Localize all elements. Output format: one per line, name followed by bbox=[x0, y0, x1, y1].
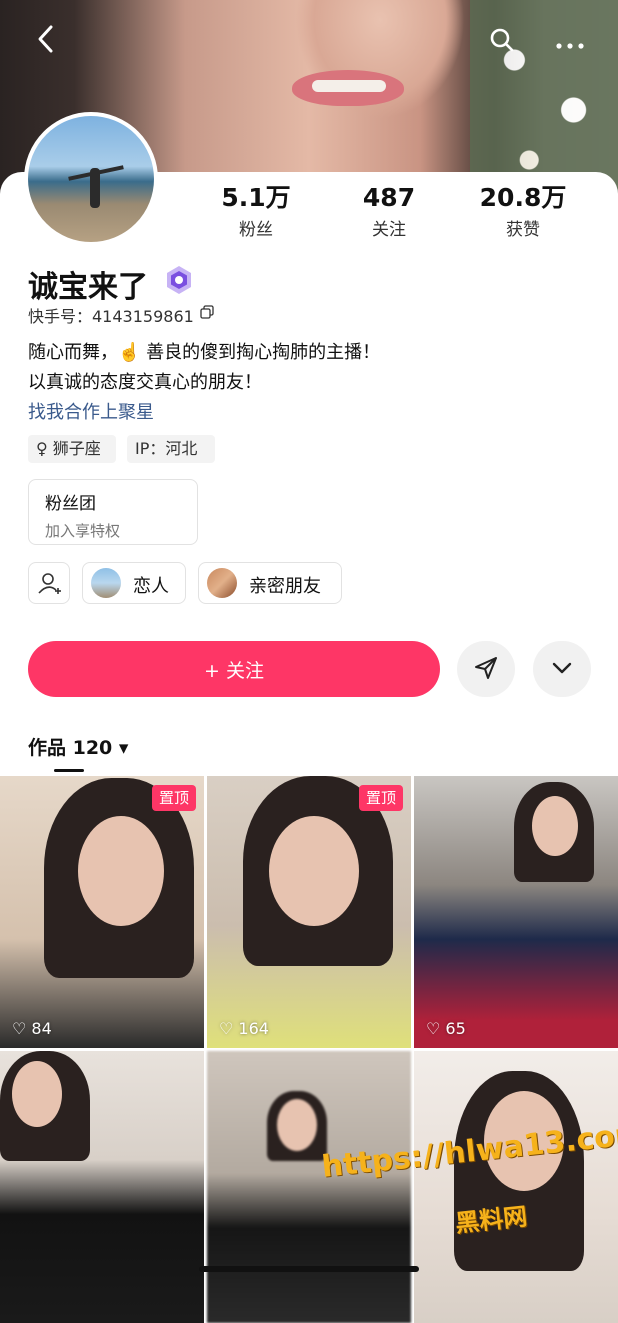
video-thumbnail[interactable]: 置顶 ♡ 164 bbox=[207, 776, 411, 1048]
add-user-icon bbox=[38, 573, 61, 594]
more-button[interactable] bbox=[550, 24, 590, 64]
relation-label: 亲密朋友 bbox=[249, 576, 321, 597]
fanclub-card[interactable]: 粉丝团 加入享特权 bbox=[28, 479, 198, 545]
like-count: ♡ 84 bbox=[12, 1019, 52, 1038]
video-thumbnail[interactable] bbox=[0, 1051, 204, 1323]
chevron-left-icon bbox=[38, 25, 53, 53]
nickname: 诚宝来了 bbox=[28, 270, 148, 305]
back-button[interactable] bbox=[26, 24, 66, 64]
tag-ip-location: IP：河北 bbox=[127, 435, 215, 463]
like-count: ♡ 164 bbox=[219, 1019, 269, 1038]
search-icon bbox=[490, 28, 514, 52]
search-button[interactable] bbox=[482, 24, 522, 64]
collab-link[interactable]: 找我合作上聚星 bbox=[28, 398, 154, 424]
fanclub-subtitle: 加入享特权 bbox=[45, 522, 121, 540]
watermark-label: 黑料网 bbox=[453, 1202, 529, 1238]
stat-value: 5.1万 bbox=[221, 183, 291, 212]
relation-chip-close-friend[interactable]: 亲密朋友 bbox=[198, 562, 342, 604]
video-thumbnail[interactable] bbox=[207, 1051, 411, 1323]
expand-button[interactable] bbox=[533, 641, 591, 697]
avatar bbox=[91, 568, 121, 598]
more-dots-icon bbox=[556, 43, 584, 49]
like-count: ♡ 65 bbox=[426, 1019, 466, 1038]
profile-stats: 5.1万 粉丝 487 关注 20.8万 获赞 bbox=[0, 183, 618, 243]
relation-chip-lover[interactable]: 恋人 bbox=[82, 562, 186, 604]
bio-line: 随心而舞，☝️ 善良的傻到掏心掏肺的主播！ bbox=[28, 342, 381, 363]
stat-value: 20.8万 bbox=[479, 183, 567, 212]
video-thumbnail[interactable]: ♡ 65 bbox=[414, 776, 618, 1048]
add-friend-button[interactable] bbox=[28, 562, 70, 604]
stat-following[interactable]: 487 关注 bbox=[329, 183, 449, 240]
copy-icon[interactable] bbox=[200, 305, 214, 319]
follow-button[interactable]: + 关注 bbox=[28, 641, 440, 697]
bio-line: 以真诚的态度交真心的朋友！ bbox=[28, 372, 262, 393]
fanclub-title: 粉丝团 bbox=[45, 494, 96, 514]
video-thumbnail[interactable]: 置顶 ♡ 84 bbox=[0, 776, 204, 1048]
stat-fans[interactable]: 5.1万 粉丝 bbox=[196, 183, 316, 240]
video-thumbnail[interactable] bbox=[414, 1051, 618, 1323]
tag-zodiac: ♀ 狮子座 bbox=[28, 435, 116, 463]
tab-works[interactable]: 作品 120 ▾ bbox=[28, 733, 128, 760]
stat-value: 487 bbox=[362, 183, 416, 212]
stat-likes[interactable]: 20.8万 获赞 bbox=[463, 183, 583, 240]
pinned-badge: 置顶 bbox=[151, 785, 196, 811]
kuaishou-id: 快手号：4143159861 bbox=[28, 307, 194, 326]
stat-label: 粉丝 bbox=[239, 220, 273, 240]
verified-badge-icon[interactable] bbox=[164, 265, 194, 295]
stat-label: 关注 bbox=[372, 220, 406, 240]
relation-label: 恋人 bbox=[133, 576, 169, 597]
pinned-badge: 置顶 bbox=[358, 785, 403, 811]
tab-underline bbox=[54, 769, 84, 772]
stat-label: 获赞 bbox=[506, 220, 540, 240]
share-button[interactable] bbox=[457, 641, 515, 697]
cover-teeth bbox=[312, 80, 386, 92]
paper-plane-icon bbox=[475, 656, 497, 679]
home-indicator[interactable] bbox=[199, 1266, 419, 1272]
avatar bbox=[207, 568, 237, 598]
chevron-down-icon bbox=[552, 662, 572, 673]
